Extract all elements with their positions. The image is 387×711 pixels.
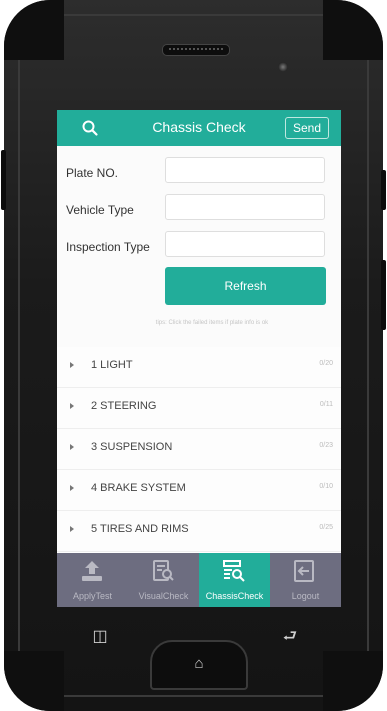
tab-apply-test[interactable]: ApplyTest [57, 553, 128, 607]
item-count: 0/10 [319, 483, 333, 490]
corner-bumper [4, 651, 64, 711]
tab-label: ApplyTest [72, 591, 113, 601]
corner-bumper [4, 0, 64, 60]
side-button [381, 170, 386, 210]
recent-apps-key-icon[interactable]: ◫ [92, 629, 108, 645]
corner-bumper [323, 651, 383, 711]
list-item[interactable]: 3 SUSPENSION 0/23 [57, 429, 341, 470]
item-label: 2 STEERING [91, 400, 157, 412]
list-item[interactable]: 5 TIRES AND RIMS 0/25 [57, 511, 341, 552]
tab-label: Logout [291, 591, 320, 601]
bottom-tab-bar: ApplyTest VisualCheck ChassisCheck Logou… [57, 553, 341, 607]
list-search-icon [223, 560, 245, 582]
item-count: 0/25 [319, 524, 333, 531]
tab-logout[interactable]: Logout [270, 553, 341, 607]
side-button [381, 260, 386, 330]
tip-text: tips: Click the failed items if plate in… [155, 320, 269, 326]
checklist: 1 LIGHT 0/20 2 STEERING 0/11 3 SUSPENSIO… [57, 347, 341, 552]
item-count: 0/11 [319, 401, 333, 408]
home-key[interactable]: ⌂ [150, 640, 248, 690]
inspection-type-input[interactable] [165, 231, 325, 257]
plate-number-label: Plate NO. [66, 166, 119, 180]
app-screen: Chassis Check Send Plate NO. Vehicle Typ… [57, 110, 341, 607]
earpiece-speaker [162, 44, 230, 56]
tab-visual-check[interactable]: VisualCheck [128, 553, 199, 607]
vehicle-type-label: Vehicle Type [66, 203, 134, 217]
side-button [1, 150, 6, 210]
vehicle-type-input[interactable] [165, 194, 325, 220]
list-item[interactable]: 2 STEERING 0/11 [57, 388, 341, 429]
item-label: 1 LIGHT [91, 359, 133, 371]
tab-chassis-check[interactable]: ChassisCheck [199, 553, 270, 607]
vehicle-info-form: Plate NO. Vehicle Type Inspection Type R… [57, 146, 341, 356]
back-key-icon[interactable]: ⮐ [282, 629, 298, 645]
item-label: 4 BRAKE SYSTEM [91, 482, 186, 494]
tab-label: VisualCheck [138, 591, 189, 601]
front-camera [278, 62, 288, 72]
item-count: 0/23 [319, 442, 333, 449]
expand-arrow-icon [70, 362, 74, 368]
expand-arrow-icon [70, 444, 74, 450]
corner-bumper [323, 0, 383, 60]
send-button[interactable]: Send [285, 117, 329, 139]
upload-icon [82, 561, 102, 581]
logout-icon [294, 560, 314, 582]
tab-label: ChassisCheck [205, 591, 264, 601]
refresh-button[interactable]: Refresh [165, 267, 326, 305]
inspection-type-label: Inspection Type [66, 240, 150, 254]
list-item[interactable]: 4 BRAKE SYSTEM 0/10 [57, 470, 341, 511]
item-label: 3 SUSPENSION [91, 441, 173, 453]
document-search-icon [153, 560, 174, 581]
item-label: 5 TIRES AND RIMS [91, 523, 189, 535]
item-count: 0/20 [319, 360, 333, 367]
title-bar: Chassis Check Send [57, 110, 341, 146]
expand-arrow-icon [70, 526, 74, 532]
home-icon: ⌂ [194, 655, 204, 672]
plate-number-input[interactable] [165, 157, 325, 183]
expand-arrow-icon [70, 485, 74, 491]
expand-arrow-icon [70, 403, 74, 409]
list-item[interactable]: 1 LIGHT 0/20 [57, 347, 341, 388]
